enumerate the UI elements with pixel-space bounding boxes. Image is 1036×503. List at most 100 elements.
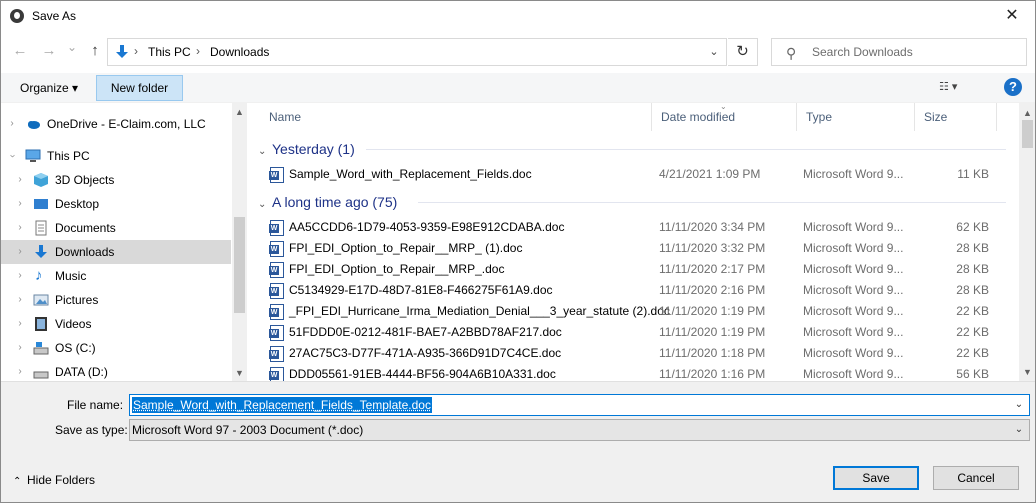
sidebar-item-label: Videos (55, 317, 92, 331)
file-row[interactable]: FPI_EDI_Option_to_Repair__MRP_.doc 11/11… (266, 259, 1006, 280)
window-title: Save As (32, 9, 77, 23)
change-view-icon[interactable]: ☷ ▾ (939, 80, 979, 98)
scroll-up-icon[interactable]: ▲ (232, 105, 247, 120)
hide-folders-label: Hide Folders (27, 473, 96, 487)
group-header-long-time-ago[interactable]: ⌄ A long time ago (75) (258, 190, 397, 214)
file-row[interactable]: Sample_Word_with_Replacement_Fields.doc … (266, 164, 1006, 185)
chevron-right-icon[interactable]: › (15, 168, 25, 192)
sidebar-item-pictures[interactable]: › Pictures (1, 288, 231, 312)
chevron-right-icon[interactable]: › (15, 192, 25, 216)
breadcrumb-chevron-icon[interactable]: › (196, 44, 200, 58)
breadcrumb-this-pc[interactable]: This PC (148, 45, 191, 59)
chevron-right-icon[interactable]: › (15, 360, 25, 381)
sidebar-item-documents[interactable]: › Documents (1, 216, 231, 240)
file-row[interactable]: C5134929-E17D-48D7-81E8-F466275F61A9.doc… (266, 280, 1006, 301)
column-header-size[interactable]: Size (915, 103, 997, 131)
group-header-yesterday[interactable]: ⌄ Yesterday (1) (258, 137, 355, 161)
word-doc-icon (269, 283, 284, 299)
file-date: 11/11/2020 1:18 PM (659, 346, 766, 360)
word-doc-icon (269, 325, 284, 341)
sidebar-item-desktop[interactable]: › Desktop (1, 192, 231, 216)
group-divider (418, 202, 1006, 203)
forward-arrow-icon[interactable]: → (38, 39, 60, 63)
scroll-down-icon[interactable]: ▼ (232, 366, 247, 381)
file-name: FPI_EDI_Option_to_Repair__MRP_.doc (289, 262, 505, 276)
cancel-button[interactable]: Cancel (933, 466, 1019, 490)
breadcrumb-chevron-icon[interactable]: › (134, 44, 138, 58)
column-header-type[interactable]: Type (797, 103, 915, 131)
file-list-scrollbar[interactable]: ▲ ▼ (1019, 103, 1035, 381)
file-date: 11/11/2020 3:32 PM (659, 241, 766, 255)
file-row[interactable]: DDD05561-91EB-4444-BF56-904A6B10A331.doc… (266, 364, 1006, 381)
help-icon[interactable]: ? (1004, 78, 1022, 96)
cloud-icon (28, 121, 40, 129)
back-arrow-icon[interactable]: ← (9, 39, 31, 63)
file-name: DDD05561-91EB-4444-BF56-904A6B10A331.doc (289, 367, 556, 381)
file-row[interactable]: 27AC75C3-D77F-471A-A935-366D91D7C4CE.doc… (266, 343, 1006, 364)
sidebar-item-onedrive[interactable]: › OneDrive - E-Claim.com, LLC (1, 112, 231, 136)
refresh-button[interactable]: ↻ (728, 38, 758, 66)
file-name-input[interactable]: Sample_Word_with_Replacement_Fields_Temp… (132, 397, 432, 413)
chevron-right-icon[interactable]: › (15, 240, 25, 264)
address-bar[interactable]: › This PC › Downloads ⌄ (107, 38, 727, 66)
save-button[interactable]: Save (833, 466, 919, 490)
chevron-right-icon[interactable]: › (15, 336, 25, 360)
column-header-name[interactable]: Name (260, 103, 652, 131)
title-bar: Save As ✕ (1, 1, 1035, 31)
file-row[interactable]: 51FDDD0E-0212-481F-BAE7-A2BBD78AF217.doc… (266, 322, 1006, 343)
file-size: 22 KB (956, 304, 989, 318)
sidebar-item-data-d[interactable]: › DATA (D:) (1, 360, 231, 381)
sidebar-item-downloads[interactable]: › Downloads (1, 240, 231, 264)
file-name-field[interactable]: Sample_Word_with_Replacement_Fields_Temp… (129, 394, 1030, 416)
file-row[interactable]: AA5CCDD6-1D79-4053-9359-E98E912CDABA.doc… (266, 217, 1006, 238)
download-icon (35, 245, 47, 258)
chevron-down-icon[interactable]: ⌄ (1009, 395, 1029, 415)
scroll-thumb[interactable] (1022, 120, 1033, 148)
chevron-right-icon[interactable]: › (15, 288, 25, 312)
chevron-right-icon[interactable]: › (7, 112, 17, 136)
close-button[interactable]: ✕ (989, 1, 1035, 31)
chevron-up-icon: ⌃ (13, 476, 22, 487)
hide-folders-button[interactable]: ⌃ Hide Folders (13, 473, 95, 487)
sidebar-item-3d-objects[interactable]: › 3D Objects (1, 168, 231, 192)
sidebar-item-music[interactable]: › ♪ Music (1, 264, 231, 288)
chevron-down-icon[interactable]: ⌄ (258, 140, 272, 164)
documents-icon (35, 220, 47, 236)
desktop-icon (34, 199, 48, 209)
column-header-date-modified[interactable]: Date modified (652, 103, 797, 131)
chevron-down-icon[interactable]: ⌄ (1009, 420, 1029, 440)
word-doc-icon (269, 367, 284, 381)
sidebar-item-videos[interactable]: › Videos (1, 312, 231, 336)
chevron-down-icon[interactable]: ⌄ (702, 39, 726, 65)
file-date: 11/11/2020 2:16 PM (659, 283, 766, 297)
file-type: Microsoft Word 9... (803, 304, 904, 318)
chevron-right-icon[interactable]: › (15, 264, 25, 288)
search-input[interactable] (812, 41, 1022, 63)
scroll-thumb[interactable] (234, 217, 245, 313)
file-size: 56 KB (956, 367, 989, 381)
sidebar-scrollbar[interactable]: ▲ ▼ (232, 103, 247, 381)
save-as-type-select[interactable]: Microsoft Word 97 - 2003 Document (*.doc… (129, 419, 1030, 441)
sidebar-item-os-c[interactable]: › OS (C:) (1, 336, 231, 360)
up-arrow-icon[interactable]: ↑ (84, 39, 106, 63)
file-name: 51FDDD0E-0212-481F-BAE7-A2BBD78AF217.doc (289, 325, 562, 339)
save-as-dialog: Save As ✕ ← → ⌄ ↑ › This PC › Downloads … (0, 0, 1036, 503)
file-row[interactable]: _FPI_EDI_Hurricane_Irma_Mediation_Denial… (266, 301, 1006, 322)
file-row[interactable]: FPI_EDI_Option_to_Repair__MRP_ (1).doc 1… (266, 238, 1006, 259)
scroll-down-icon[interactable]: ▼ (1019, 364, 1035, 381)
chevron-down-icon[interactable]: › (1, 151, 24, 161)
new-folder-button[interactable]: New folder (96, 75, 183, 101)
chevron-right-icon[interactable]: › (15, 312, 25, 336)
save-as-type-label: Save as type: (55, 423, 128, 437)
file-name: C5134929-E17D-48D7-81E8-F466275F61A9.doc (289, 283, 553, 297)
search-box[interactable]: ⚲ (771, 38, 1027, 66)
group-label: Yesterday (1) (272, 141, 355, 157)
save-as-type-value: Microsoft Word 97 - 2003 Document (*.doc… (132, 423, 364, 437)
chevron-right-icon[interactable]: › (15, 216, 25, 240)
computer-icon (25, 149, 41, 162)
sidebar-item-this-pc[interactable]: › This PC (1, 144, 231, 168)
chevron-down-icon[interactable]: ⌄ (258, 193, 272, 217)
recent-locations-chevron-icon[interactable]: ⌄ (61, 35, 83, 59)
breadcrumb-downloads[interactable]: Downloads (210, 45, 269, 59)
organize-button[interactable]: Organize ▾ (12, 76, 86, 100)
